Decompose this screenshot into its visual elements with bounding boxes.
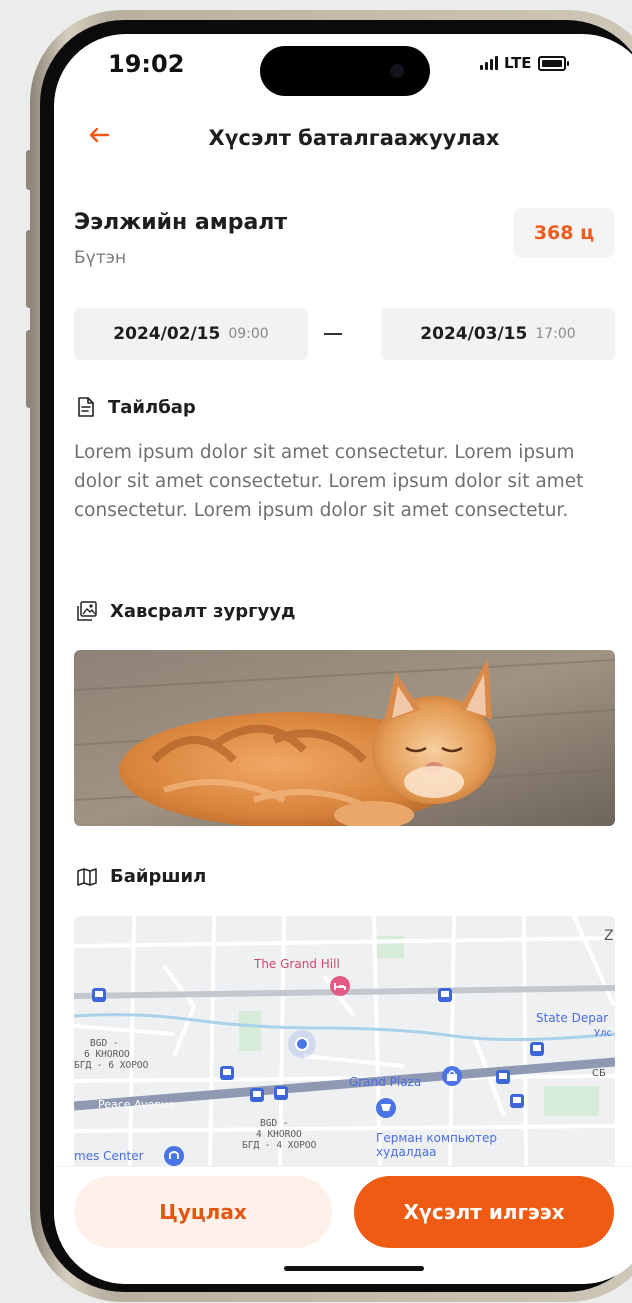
cat-photo-illustration [74,650,615,826]
attachment-image-cat[interactable] [74,650,615,826]
duration-value: 368 ц [533,222,595,244]
send-request-button-label: Хүсэлт илгээх [403,1200,565,1224]
attachments-label: Хавсралт зургууд [110,600,296,622]
district-6-line1: BGD - [90,1038,119,1049]
request-subtitle: Бүтэн [74,248,127,268]
location-label: Байршил [110,866,207,887]
shopping-pin-icon[interactable] [442,1066,462,1086]
shopping-cart-pin-icon[interactable] [376,1098,396,1118]
app-screen: 19:02 LTE Хүсэлт баталгаажуулах Ээлжийн … [54,34,632,1284]
description-heading: Тайлбар [76,396,196,418]
end-date-field[interactable]: 2024/03/15 17:00 [381,308,615,360]
home-indicator[interactable] [284,1266,424,1271]
district-4-line3: БГД - 4 ХОРОО [242,1140,317,1151]
district-4-line1: BGD - [260,1118,289,1129]
description-label: Тайлбар [108,396,196,418]
location-heading: Байршил [76,866,206,887]
road-label-peace-avenue: Peace Avenue [98,1098,175,1111]
date-range-separator [324,333,342,335]
end-time: 17:00 [535,326,576,342]
description-text: Lorem ipsum dolor sit amet consectetur. … [74,442,584,521]
district-6-line3: БГД - 6 ХОРОО [74,1060,149,1071]
map-label-state-dept-sub: Улс [594,1028,612,1039]
start-date-field[interactable]: 2024/02/15 09:00 [74,308,308,360]
phone-volume-down [26,330,32,408]
start-time: 09:00 [228,326,269,342]
map-icon [77,867,97,886]
current-location-icon [288,1030,316,1058]
map-label-grand-plaza: Grand Plaza [349,1075,421,1089]
send-request-button[interactable]: Хүсэлт илгээх [354,1176,614,1248]
duration-badge: 368 ц [514,208,614,258]
battery-icon [537,55,569,71]
dynamic-island [260,46,430,96]
request-type-title: Ээлжийн амралт [74,210,288,235]
map-canvas: The Grand Hill Grand Plaza State Depar У… [74,916,615,1168]
status-indicators: LTE [480,54,569,72]
network-label: LTE [504,54,532,72]
location-map[interactable]: The Grand Hill Grand Plaza State Depar У… [74,916,615,1168]
hotel-pin-icon[interactable] [330,976,350,996]
map-label-center: mes Center [74,1149,144,1163]
signal-icon [480,56,498,70]
phone-mute-switch [26,150,32,190]
district-6-line2: 6 KHOROO [84,1049,130,1060]
attachments-heading: Хавсралт зургууд [76,600,295,622]
map-label-edge-z: Z [604,928,614,944]
center-pin-icon[interactable] [164,1146,184,1166]
cancel-button-label: Цуцлах [159,1200,247,1224]
map-label-computer-store-2: худалдаа [376,1145,437,1159]
start-date: 2024/02/15 [113,324,221,344]
district-4-line2: 4 KHOROO [256,1129,302,1140]
page-title: Хүсэлт баталгаажуулах [208,126,500,150]
cancel-button[interactable]: Цуцлах [74,1176,332,1248]
status-time: 19:02 [108,50,185,78]
map-label-edge-c: СБ [592,1068,606,1079]
map-label-state-dept: State Depar [536,1011,608,1025]
image-icon [77,601,97,621]
front-camera [390,64,404,78]
document-icon [78,397,94,417]
end-date: 2024/03/15 [420,324,528,344]
phone-volume-up [26,230,32,308]
map-label-grand-hill: The Grand Hill [253,957,340,971]
map-label-computer-store: Герман компьютер [376,1131,497,1145]
